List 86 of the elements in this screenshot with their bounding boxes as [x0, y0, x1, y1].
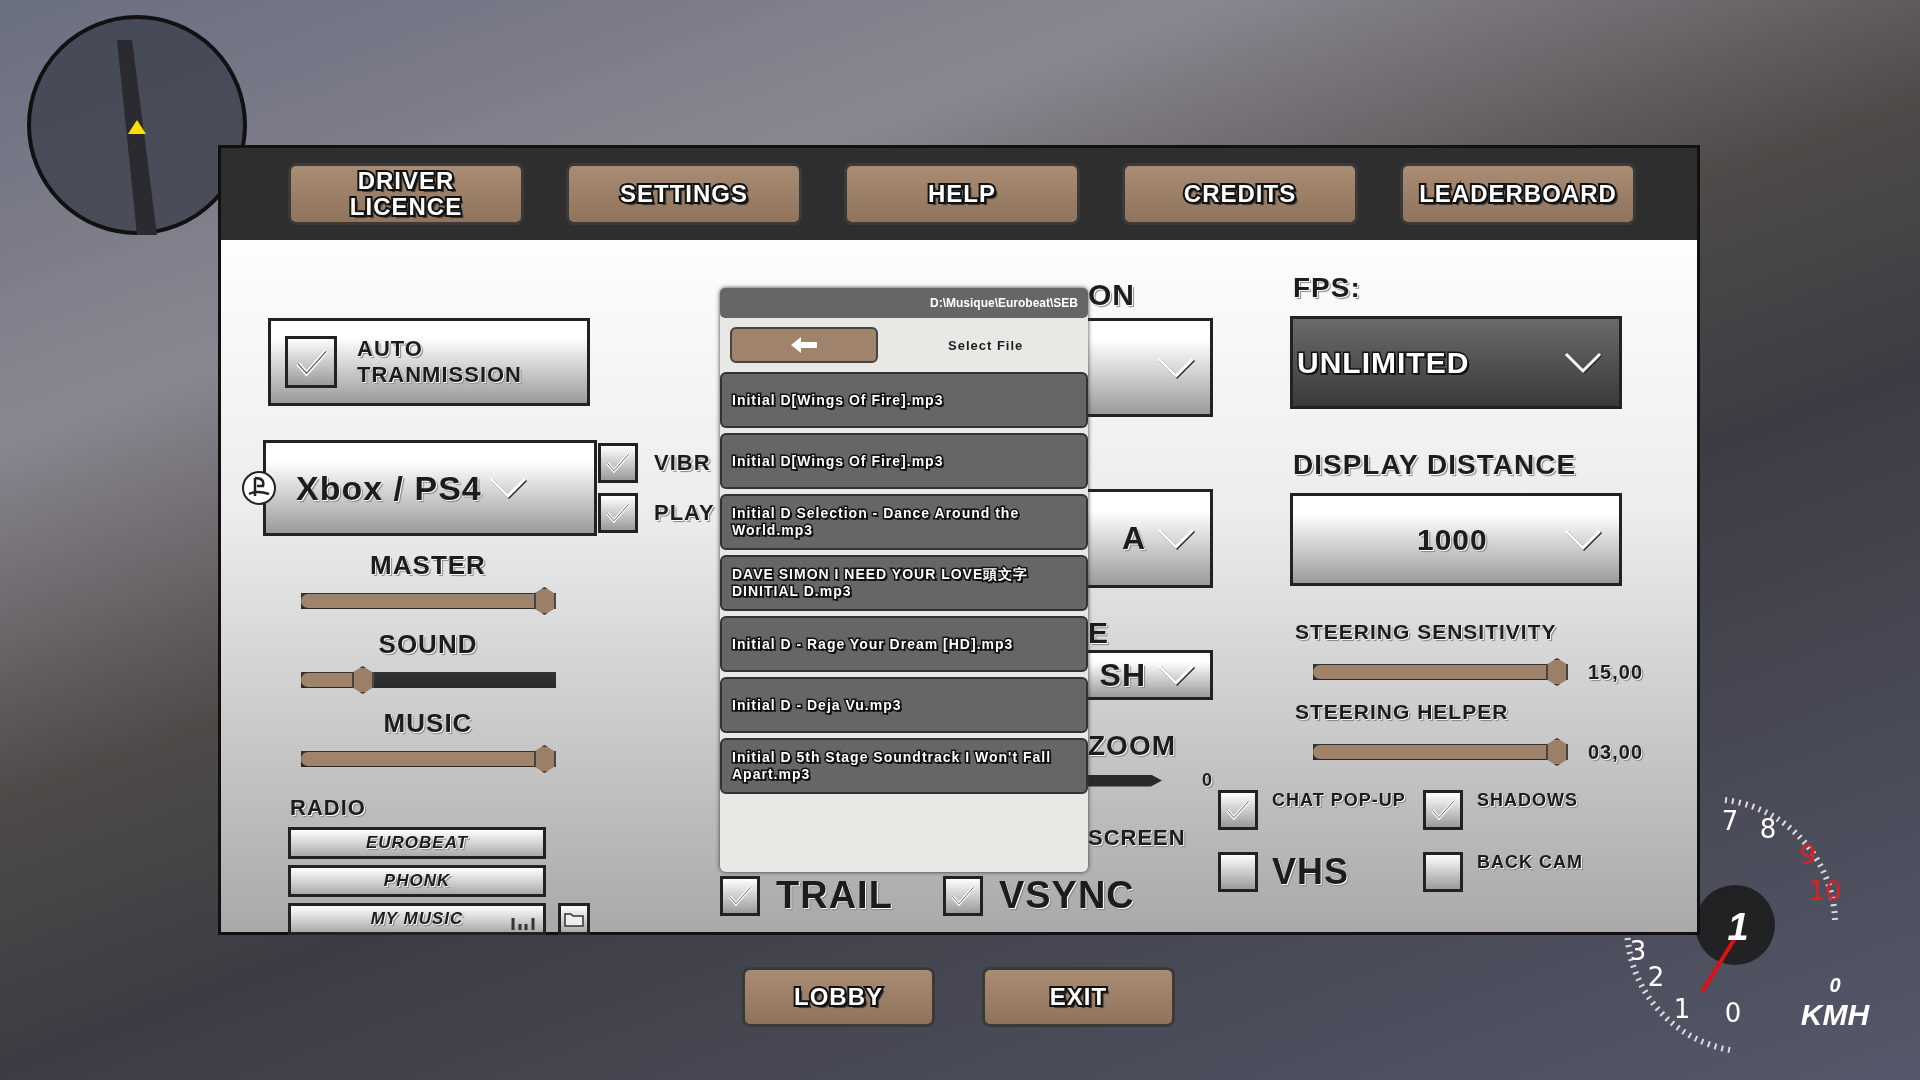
option-label: VHS — [1272, 852, 1351, 892]
fps-dropdown[interactable]: UNLIMITED — [1290, 316, 1622, 409]
menu-button[interactable]: LOBBY — [742, 967, 935, 1027]
slider-value: 03,00 — [1588, 740, 1644, 764]
resolution-dropdown[interactable] — [1088, 318, 1213, 417]
setting-label: SCREEN — [1088, 825, 1187, 852]
file-list-item[interactable]: Initial D Selection - Dance Around the World.mp3 — [720, 494, 1088, 550]
toggle-label: VSYNC — [998, 874, 1135, 917]
slider-label: MUSIC — [383, 708, 473, 739]
file-list-item[interactable]: Initial D - Rage Your Dream [HD].mp3 — [720, 616, 1088, 672]
option-label: BACK CAM — [1477, 852, 1584, 872]
auto-transmission-label: AUTO TRANMISSION — [357, 336, 523, 388]
slider-label: STEERING SENSITIVITY — [1295, 620, 1558, 644]
radio-station-button[interactable]: PHONK — [288, 865, 546, 897]
slider-value: 15,00 — [1588, 660, 1644, 684]
option-label: SHADOWS — [1477, 790, 1579, 810]
zoom-label: ZOOM — [1088, 730, 1177, 763]
checkbox[interactable] — [285, 336, 337, 388]
chevron-down-icon — [1156, 355, 1196, 380]
dial-number: 7 — [1721, 806, 1739, 836]
slider-track[interactable] — [1088, 774, 1162, 787]
zoom-value: 0 — [1202, 770, 1213, 791]
radio-station-button[interactable]: MY MUSIC — [288, 903, 546, 935]
file-list-item[interactable]: Initial D[Wings Of Fire].mp3 — [720, 433, 1088, 489]
auto-transmission-toggle[interactable]: AUTO TRANMISSION — [268, 318, 590, 406]
slider-thumb[interactable] — [533, 587, 556, 615]
dial-number: 2 — [1647, 962, 1665, 992]
file-list-item[interactable]: DAVE SIMON I NEED YOUR LOVE頭文字DINITIAL D.mp3 — [720, 555, 1088, 611]
mode-dropdown[interactable]: SH — [1088, 650, 1213, 700]
slider-thumb[interactable] — [1546, 738, 1568, 766]
slider-label: STEERING HELPER — [1295, 700, 1510, 724]
checkbox[interactable] — [942, 875, 983, 916]
folder-button[interactable] — [558, 903, 590, 935]
dial-number: 10 — [1808, 876, 1842, 906]
left-arrow-icon — [789, 336, 819, 354]
checkbox[interactable] — [1423, 790, 1463, 830]
setting-label: E — [1088, 616, 1110, 650]
chevron-down-icon — [1156, 526, 1196, 551]
toggle-label: VIBR — [654, 450, 711, 476]
toggle-label: PLAY — [654, 500, 715, 526]
folder-icon — [564, 911, 584, 927]
dial-number: 3 — [1629, 936, 1647, 966]
setting-label: ON — [1088, 278, 1136, 313]
chevron-down-icon — [1156, 663, 1196, 687]
checkbox[interactable] — [1218, 790, 1258, 830]
slider-thumb[interactable] — [533, 745, 556, 773]
checkbox[interactable] — [598, 443, 638, 483]
menu-tab[interactable]: DRIVER LICENCE — [288, 163, 524, 225]
dial-number: 0 — [1724, 998, 1742, 1028]
file-list-item[interactable]: Initial D 5th Stage Soundtrack I Won't Fall Apart.mp3 — [720, 738, 1088, 794]
checkbox[interactable] — [598, 493, 638, 533]
display-distance-label: DISPLAY DISTANCE — [1293, 449, 1578, 481]
speed-readout: 0 — [1829, 974, 1841, 996]
back-button[interactable] — [730, 327, 878, 363]
menu-button[interactable]: EXIT — [982, 967, 1175, 1027]
file-list-item[interactable]: Initial D - Deja Vu.mp3 — [720, 677, 1088, 733]
radio-label: RADIO — [290, 795, 367, 821]
checkbox[interactable] — [1423, 852, 1463, 892]
toggle-label: TRAIL — [776, 874, 893, 917]
dial-number: 1 — [1673, 994, 1691, 1024]
slider-thumb[interactable] — [1546, 658, 1568, 686]
chevron-down-icon — [1563, 527, 1603, 552]
slider-label: MASTER — [370, 550, 486, 581]
option-label: CHAT POP-UP — [1272, 790, 1407, 810]
menu-tab[interactable]: LEADERBOARD — [1400, 163, 1636, 225]
slider-thumb[interactable] — [351, 666, 374, 694]
fps-label: FPS: — [1293, 272, 1362, 304]
display-distance-dropdown[interactable]: 1000 — [1290, 493, 1622, 586]
dial-number: 9 — [1799, 840, 1817, 870]
chevron-down-icon — [487, 476, 528, 500]
file-picker-title: Select File — [948, 337, 1024, 353]
quality-dropdown[interactable]: A — [1088, 489, 1213, 588]
speed-unit: KMH — [1800, 998, 1870, 1031]
menu-tab[interactable]: CREDITS — [1122, 163, 1358, 225]
folder-path: D:\Musique\Eurobeat\SEB — [720, 288, 1088, 318]
menu-tab[interactable]: SETTINGS — [566, 163, 802, 225]
file-list-item[interactable]: Initial D[Wings Of Fire].mp3 — [720, 372, 1088, 428]
slider-label: SOUND — [378, 629, 478, 660]
radio-station-button[interactable]: EUROBEAT — [288, 827, 546, 859]
checkbox[interactable] — [720, 875, 760, 916]
checkbox[interactable] — [1218, 852, 1258, 892]
controller-dropdown[interactable]: Xbox / PS4 — [263, 440, 597, 536]
menu-tab[interactable]: HELP — [844, 163, 1080, 225]
dial-number: 8 — [1759, 814, 1777, 844]
chevron-down-icon — [1563, 350, 1603, 375]
gear-indicator: 1 — [1727, 906, 1749, 948]
